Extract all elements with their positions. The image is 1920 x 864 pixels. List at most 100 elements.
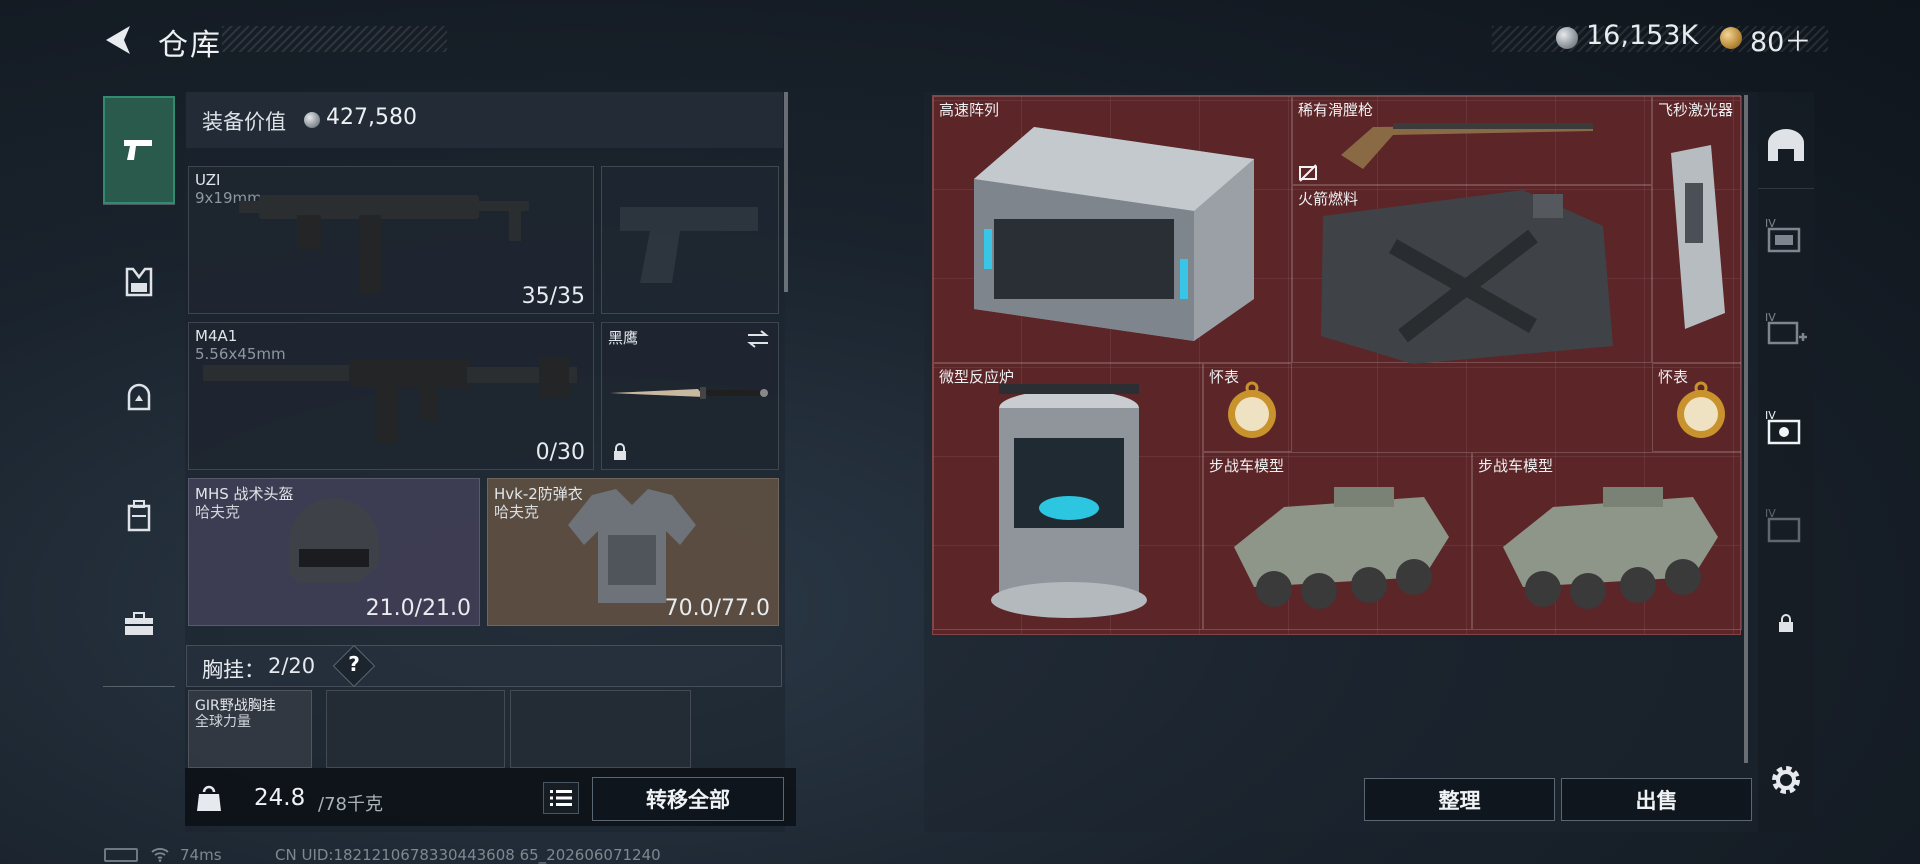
backpack-icon	[127, 500, 151, 532]
title-decoration	[222, 26, 447, 52]
melee-slot[interactable]: 黑鹰	[601, 322, 779, 470]
weapon-name: UZI	[195, 171, 221, 189]
stash-item-micro-reactor[interactable]: 微型反应炉	[933, 363, 1203, 630]
category-sidebar	[103, 86, 175, 690]
helmet-slot[interactable]: MHS 战术头盔 哈夫克 21.0/21.0	[188, 478, 480, 626]
storage-tab-shelter[interactable]	[1758, 110, 1814, 180]
weight-current: 24.8	[254, 785, 306, 811]
transfer-all-button[interactable]: 转移全部	[592, 777, 784, 821]
melee-name: 黑鹰	[608, 329, 639, 347]
item-name: 步战车模型	[1478, 457, 1554, 475]
no-trade-icon	[1299, 164, 1317, 182]
stash-item-ifv-model[interactable]: 步战车模型	[1472, 452, 1742, 630]
sell-button[interactable]: 出售	[1561, 778, 1752, 821]
server-array-image	[974, 127, 1254, 341]
armor-image	[568, 489, 696, 603]
pistol-icon	[124, 140, 152, 160]
pocket-watch-image	[1677, 381, 1725, 438]
gold-coin-icon	[1720, 27, 1742, 49]
chest-rig-slot[interactable]: GIR野战胸挂 全球力量	[188, 690, 312, 768]
currency-gold[interactable]: 80＋	[1750, 20, 1811, 59]
equipment-value-label: 装备价值	[202, 110, 286, 134]
stash-scrollbar[interactable]	[1744, 95, 1748, 763]
lock-icon	[1779, 614, 1793, 632]
wifi-icon	[151, 848, 169, 862]
m4a1-image	[203, 357, 577, 443]
equipment-value: 427,580	[326, 105, 417, 130]
weight-icon	[197, 785, 221, 811]
stash-item-rare-musket[interactable]: 稀有滑膛枪	[1292, 96, 1652, 185]
storage-iv-locked-icon: IV	[1765, 507, 1801, 543]
pistol-placeholder-icon	[620, 207, 758, 283]
helmet-brand: 哈夫克	[195, 503, 241, 521]
currency-silver[interactable]: 16,153K	[1586, 20, 1698, 51]
weapon-slot-primary[interactable]: UZI 9x19mm 35/35	[188, 166, 594, 314]
armor-slot[interactable]: Hvk-2防弹衣 哈夫克 70.0/77.0	[487, 478, 779, 626]
chest-rig-label: 胸挂：	[202, 658, 265, 682]
storage-tab-iv[interactable]: IV	[1758, 200, 1814, 270]
weapon-ammo: 0/30	[535, 440, 585, 465]
stash-grid: 高速阵列 稀有滑膛枪 飞秒激光器 火箭燃料 微型反应炉 怀表 怀表 步战车模型 …	[932, 95, 1742, 635]
armor-brand: 哈夫克	[494, 503, 540, 521]
ifv-model-image	[1503, 487, 1718, 609]
storage-iv-add-icon: IV	[1765, 311, 1807, 345]
stash-item-rocket-fuel[interactable]: 火箭燃料	[1292, 185, 1652, 364]
shelter-icon	[1768, 129, 1804, 161]
item-name: 高速阵列	[939, 101, 1000, 119]
help-question-icon: ?	[348, 652, 360, 676]
helmet-icon	[127, 383, 151, 411]
swap-icon[interactable]	[746, 329, 770, 349]
ping-text: 74ms	[180, 846, 222, 864]
sidebar-item-toolbox[interactable]	[103, 568, 175, 680]
item-name: 飞秒激光器	[1658, 101, 1734, 119]
toolbox-icon	[125, 612, 153, 635]
sidebar-item-backpack[interactable]	[103, 466, 175, 566]
musket-image	[1341, 123, 1593, 169]
sidebar-item-helmet[interactable]	[103, 348, 175, 448]
storage-tab-iv-locked[interactable]: IV	[1758, 490, 1814, 560]
laser-device-image	[1671, 145, 1725, 329]
chest-rig-pocket-slot[interactable]	[326, 690, 505, 768]
chest-rig-count: 2/20	[268, 654, 316, 678]
uid-text: CN UID:1821210678330443608 65_2026060712…	[275, 846, 661, 864]
storage-tab-locked[interactable]	[1758, 588, 1814, 658]
page-title: 仓库	[158, 28, 222, 63]
stash-item-pocket-watch[interactable]: 怀表	[1203, 363, 1292, 452]
weapon-slot-secondary[interactable]: M4A1 5.56x45mm 0/30	[188, 322, 594, 470]
chest-rig-pocket-slot[interactable]	[510, 690, 691, 768]
ifv-model-image	[1234, 487, 1449, 609]
storage-iv-camera-icon: IV	[1765, 409, 1801, 445]
armor-icon	[125, 267, 153, 297]
back-arrow-icon[interactable]	[100, 22, 140, 58]
storage-iv-icon: IV	[1765, 217, 1801, 253]
sidebar-item-weapons[interactable]	[103, 96, 175, 204]
storage-tab-iv-camera[interactable]: IV	[1758, 392, 1814, 462]
stash-item-ifv-model[interactable]: 步战车模型	[1203, 452, 1472, 630]
equipment-scrollbar[interactable]	[784, 92, 788, 292]
stash-item-femtosecond-laser[interactable]: 飞秒激光器	[1652, 96, 1742, 363]
silver-coin-icon	[304, 112, 320, 128]
sidebar-item-armor[interactable]	[103, 242, 175, 322]
battery-icon	[104, 848, 138, 862]
lock-icon	[614, 443, 626, 460]
gear-icon[interactable]	[1766, 760, 1806, 800]
item-name: 步战车模型	[1209, 457, 1285, 475]
uzi-image	[239, 195, 529, 293]
fuel-can-image	[1321, 190, 1613, 364]
weapon-slot-sidearm[interactable]	[601, 166, 779, 314]
helmet-durability: 21.0/21.0	[365, 596, 471, 621]
list-view-button[interactable]	[543, 782, 579, 814]
helmet-image	[289, 498, 379, 583]
reactor-image	[991, 384, 1147, 618]
list-icon	[550, 790, 572, 806]
weight-max: /78千克	[318, 794, 383, 815]
stash-item-pocket-watch[interactable]: 怀表	[1652, 363, 1742, 452]
armor-durability: 70.0/77.0	[664, 596, 770, 621]
pocket-watch-image	[1228, 381, 1276, 438]
storage-tab-iv-add[interactable]: IV	[1758, 294, 1814, 364]
chest-rig-brand: 全球力量	[195, 714, 251, 730]
sort-button[interactable]: 整理	[1364, 778, 1555, 821]
silver-coin-icon	[1556, 27, 1578, 49]
stash-item-high-speed-array[interactable]: 高速阵列	[933, 96, 1292, 363]
knife-image	[610, 387, 768, 399]
